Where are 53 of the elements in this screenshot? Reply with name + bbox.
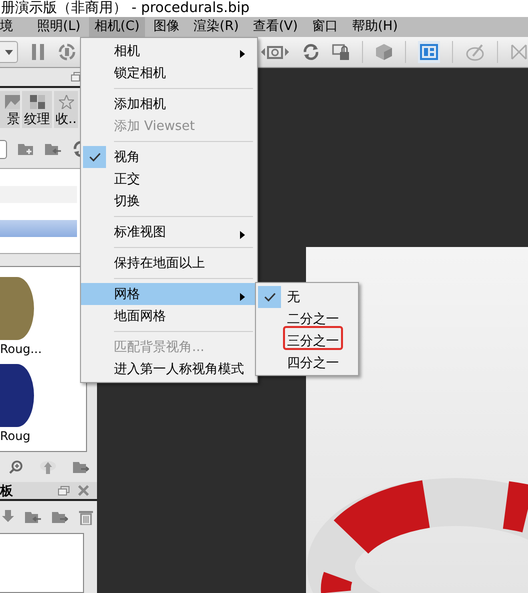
library-tab[interactable]: 收.. [54,91,78,128]
star-icon [58,95,74,109]
menu-item[interactable]: 四分之一 [256,352,358,374]
layout-toggle-button[interactable] [418,41,440,63]
menu-item[interactable]: 进入第一人称视角模式 [81,358,257,380]
folder-export-icon[interactable] [73,460,89,474]
library-tab[interactable]: 景 [0,91,20,128]
menu-item[interactable]: 网格 [81,283,257,305]
folder-add-icon[interactable] [18,142,34,156]
search-field[interactable] [0,140,7,158]
menu-item[interactable]: 保持在地面以上 [81,252,257,274]
menu-item[interactable]: 标准视图 [81,221,257,243]
menu-bar-item[interactable]: 相机(C) [89,17,145,37]
folder-import-icon[interactable] [25,510,41,524]
thumbnail-label: Roug... [0,342,43,356]
menu-bar-item[interactable]: 渲染(R) [188,17,244,37]
pause-icon[interactable] [32,44,44,60]
zoom-in-icon[interactable] [9,460,23,474]
menu-item[interactable]: 二分之一 [256,308,358,330]
dropdown-button[interactable] [0,41,18,63]
menu-bar-item[interactable]: 境 [0,17,18,37]
menu-bar-item[interactable]: 图像 [148,17,185,37]
menu-bar-item[interactable]: 查看(V) [248,17,303,37]
folder-export-icon[interactable] [52,510,68,524]
material-thumbnail[interactable] [0,277,34,340]
menu-item[interactable]: 添加相机 [81,93,257,115]
menu-item[interactable]: 锁定相机 [81,62,257,84]
download-icon[interactable] [2,510,14,524]
node-graph-icon[interactable] [510,43,528,61]
trash-icon[interactable] [79,509,93,525]
picture-icon [5,95,20,109]
menu-item[interactable]: 切换 [81,190,257,212]
thumbnail-label: Roug [0,429,32,443]
restore-window-icon[interactable] [58,486,70,496]
menu-item[interactable]: 地面网格 [81,305,257,327]
camera-lock-icon[interactable] [332,43,350,61]
close-icon[interactable] [78,485,89,496]
caret-icon [4,50,12,54]
menu-item[interactable]: 视角 [81,146,257,168]
library-tab[interactable]: 纹理 [22,91,52,128]
checker-icon [30,95,44,109]
menu-item[interactable]: 无 [256,286,358,308]
menu-bar-item[interactable]: 帮助(H) [346,17,403,37]
menu-bar-item[interactable]: 窗口 [306,17,343,37]
restore-window-icon[interactable] [71,72,83,82]
refresh-icon[interactable] [302,43,320,61]
material-thumbnail[interactable] [0,364,34,427]
upload-icon[interactable] [39,459,57,475]
menu-bar-item[interactable]: 照明(L) [32,17,86,37]
folder-import-icon[interactable] [45,142,61,156]
menu-item[interactable]: 正交 [81,168,257,190]
menu-item[interactable]: 三分之一 [256,330,358,352]
cube-icon[interactable] [375,43,393,61]
